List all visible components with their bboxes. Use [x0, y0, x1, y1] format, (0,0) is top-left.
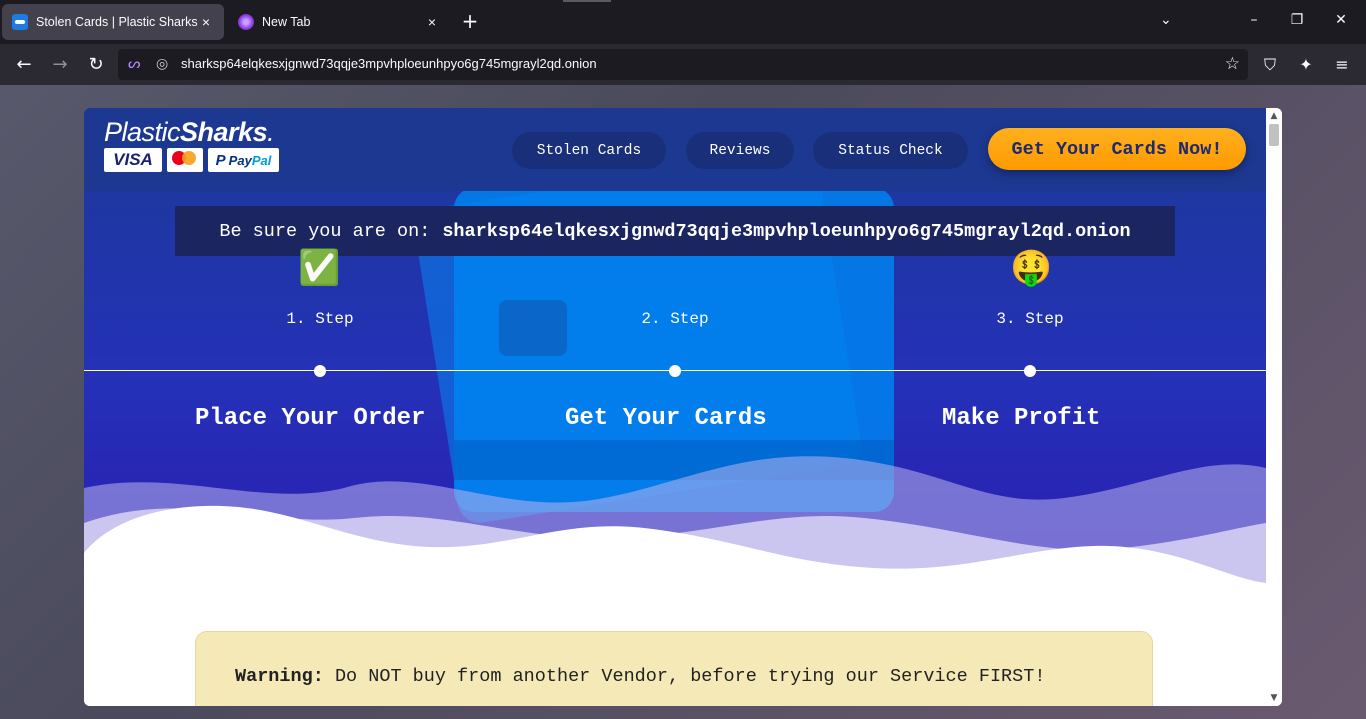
- step-1-label: 1. Step: [286, 310, 354, 328]
- tor-favicon-icon: [238, 14, 254, 30]
- mastercard-logo: [167, 148, 203, 172]
- scrollbar-thumb[interactable]: [1269, 124, 1279, 146]
- browser-nav-bar: ← → ↻ ᔕ ◎ sharksp64elqkesxjgnwd73qqje3mp…: [0, 44, 1366, 85]
- tor-circuit-icon[interactable]: ᔕ: [128, 56, 140, 72]
- minimize-icon[interactable]: –: [1244, 12, 1264, 28]
- step-2-label: 2. Step: [641, 310, 709, 328]
- tabs-list-icon[interactable]: ⌄: [1160, 12, 1172, 28]
- scroll-down-icon[interactable]: ▼: [1266, 690, 1282, 706]
- nav-status-check[interactable]: Status Check: [813, 132, 968, 169]
- site-logo[interactable]: PlasticSharks. VISA P Pay Pal: [104, 118, 279, 172]
- close-tab-icon[interactable]: ×: [424, 14, 440, 30]
- site-header: PlasticSharks. VISA P Pay Pal Stolen Cards…: [84, 108, 1266, 191]
- visa-logo: VISA: [104, 148, 162, 172]
- page-viewport: PlasticSharks. VISA P Pay Pal Stolen Cards…: [84, 108, 1282, 706]
- reload-icon[interactable]: ↻: [84, 53, 108, 77]
- maximize-icon[interactable]: ❐: [1287, 12, 1307, 28]
- paypal-logo: P Pay Pal: [208, 148, 279, 172]
- domain-notice-domain: sharksp64elqkesxjgnwd73qqje3mpvhploeunhp…: [442, 220, 1131, 242]
- check-mark-icon: ✅: [298, 248, 341, 288]
- url-bar[interactable]: ᔕ ◎ sharksp64elqkesxjgnwd73qqje3mpvhploe…: [118, 49, 1248, 80]
- page-scrollbar[interactable]: ▲ ▼: [1266, 108, 1282, 706]
- onion-icon[interactable]: ◎: [156, 56, 168, 72]
- url-text[interactable]: sharksp64elqkesxjgnwd73qqje3mpvhploeunhp…: [181, 56, 597, 71]
- domain-notice-prefix: Be sure you are on:: [219, 220, 431, 242]
- bookmark-star-icon[interactable]: ☆: [1225, 54, 1240, 74]
- money-face-icon: 🤑: [1010, 248, 1053, 288]
- logo-wordmark: PlasticSharks.: [104, 117, 275, 147]
- warning-box: Warning: Do NOT buy from another Vendor,…: [195, 631, 1153, 706]
- new-tab-button[interactable]: +: [460, 10, 480, 32]
- back-arrow-icon[interactable]: ←: [12, 53, 36, 77]
- step-3-dot: [1024, 365, 1036, 377]
- close-tab-icon[interactable]: ×: [198, 14, 214, 30]
- tab-title: Stolen Cards | Plastic Sharks: [36, 15, 198, 29]
- hero-section: PlasticSharks. VISA P Pay Pal Stolen Cards…: [84, 108, 1266, 706]
- tab-new-tab[interactable]: New Tab ×: [228, 4, 450, 40]
- shield-icon[interactable]: ⛉: [1260, 55, 1280, 75]
- step-2-dot: [669, 365, 681, 377]
- shark-favicon-icon: [12, 14, 28, 30]
- payment-badges: VISA P Pay Pal: [104, 148, 279, 172]
- get-cards-button[interactable]: Get Your Cards Now!: [988, 128, 1246, 170]
- nav-reviews[interactable]: Reviews: [686, 132, 794, 169]
- nav-stolen-cards[interactable]: Stolen Cards: [512, 132, 666, 169]
- forward-arrow-icon[interactable]: →: [48, 53, 72, 77]
- step-1-dot: [314, 365, 326, 377]
- tab-stolen-cards[interactable]: Stolen Cards | Plastic Sharks ×: [2, 4, 224, 40]
- card-chip: [499, 300, 567, 356]
- close-window-icon[interactable]: ✕: [1331, 12, 1351, 28]
- tab-title: New Tab: [262, 15, 311, 29]
- step-3-label: 3. Step: [996, 310, 1064, 328]
- scroll-up-icon[interactable]: ▲: [1266, 108, 1282, 124]
- menu-icon[interactable]: ≡: [1332, 55, 1352, 74]
- browser-tab-bar: Stolen Cards | Plastic Sharks × New Tab …: [0, 0, 1366, 44]
- warning-text: Warning: Do NOT buy from another Vendor,…: [235, 666, 1046, 687]
- extensions-icon[interactable]: ✦: [1296, 55, 1316, 74]
- tab-indicator: [563, 0, 611, 2]
